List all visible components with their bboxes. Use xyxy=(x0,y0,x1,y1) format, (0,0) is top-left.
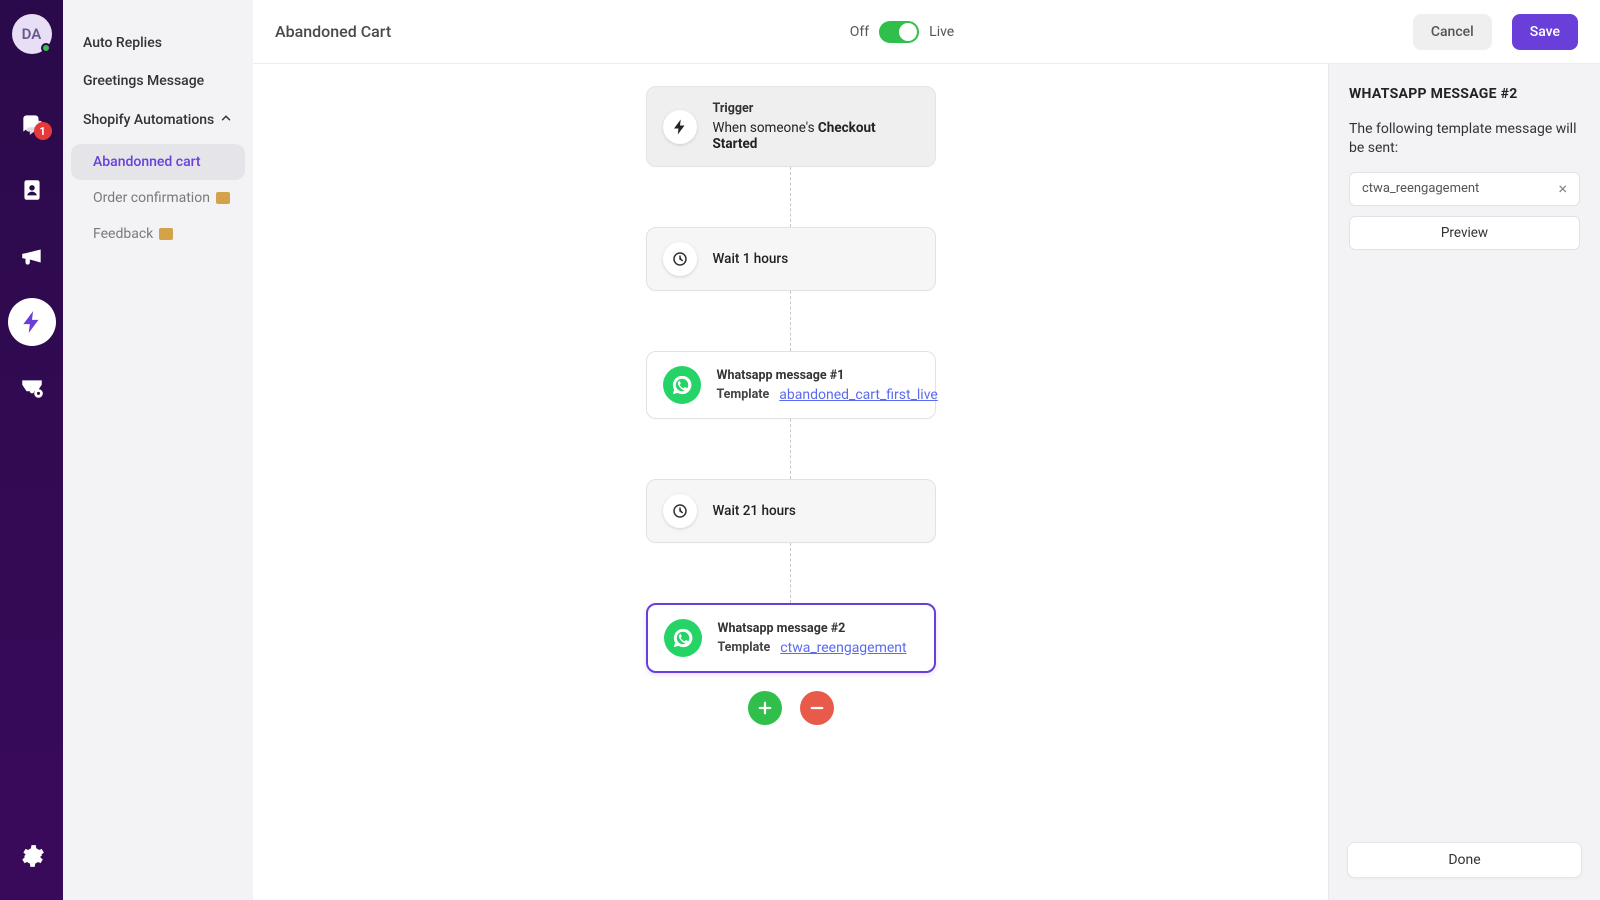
connector xyxy=(790,419,791,479)
detail-panel: WHATSAPP MESSAGE #2 The following templa… xyxy=(1328,64,1600,900)
template-label: Template xyxy=(718,640,771,655)
sidebar-item-shopify-automations[interactable]: Shopify Automations xyxy=(71,100,245,140)
toggle-on-label: Live xyxy=(929,24,954,40)
toggle-knob xyxy=(899,23,917,41)
sidebar-sub-feedback[interactable]: Feedback xyxy=(71,216,245,252)
nav-rail: DA 1 xyxy=(0,0,63,900)
close-icon[interactable]: × xyxy=(1558,179,1567,198)
node-title: Whatsapp message #1 xyxy=(717,368,938,383)
gear-icon xyxy=(19,843,45,869)
status-toggle-group: Off Live xyxy=(850,21,954,43)
premium-icon xyxy=(216,192,230,204)
plus-icon xyxy=(756,699,774,717)
sidebar: Auto Replies Greetings Message Shopify A… xyxy=(63,0,253,900)
preview-button[interactable]: Preview xyxy=(1349,216,1580,250)
template-link[interactable]: ctwa_reengagement xyxy=(780,640,906,656)
flow-canvas[interactable]: Trigger When someone's Checkout Started … xyxy=(253,64,1328,900)
page-title: Abandoned Cart xyxy=(275,22,391,41)
topbar: Abandoned Cart Off Live Cancel Save xyxy=(253,0,1600,64)
whatsapp-icon xyxy=(664,619,702,657)
save-button[interactable]: Save xyxy=(1512,14,1578,50)
address-book-icon xyxy=(19,177,45,203)
nav-conversations[interactable]: 1 xyxy=(8,100,56,148)
connector xyxy=(790,291,791,351)
presence-indicator xyxy=(41,43,51,53)
unread-badge: 1 xyxy=(34,122,52,140)
sidebar-sub-order-confirmation[interactable]: Order confirmation xyxy=(71,180,245,216)
sidebar-sub-label: Abandonned cart xyxy=(93,154,201,170)
status-toggle[interactable] xyxy=(879,21,919,43)
sidebar-label: Shopify Automations xyxy=(83,112,214,128)
add-step-button[interactable] xyxy=(748,691,782,725)
sidebar-label: Greetings Message xyxy=(83,73,204,89)
panel-title: WHATSAPP MESSAGE #2 xyxy=(1349,86,1580,102)
whatsapp-icon xyxy=(663,366,701,404)
connector xyxy=(790,167,791,227)
minus-icon xyxy=(808,699,826,717)
sidebar-item-auto-replies[interactable]: Auto Replies xyxy=(71,24,245,62)
node-text: Wait 21 hours xyxy=(713,503,796,519)
toggle-off-label: Off xyxy=(850,24,869,40)
bolt-icon xyxy=(663,110,697,144)
template-chip-label: ctwa_reengagement xyxy=(1362,181,1479,196)
done-button[interactable]: Done xyxy=(1347,842,1582,878)
bolt-icon xyxy=(19,309,45,335)
template-label: Template xyxy=(717,387,770,402)
clock-icon xyxy=(663,242,697,276)
panel-description: The following template message will be s… xyxy=(1349,120,1580,158)
template-link[interactable]: abandoned_cart_first_live xyxy=(779,387,938,403)
inbox-gear-icon xyxy=(19,375,45,401)
flow-node-message-1[interactable]: Whatsapp message #1 Template abandoned_c… xyxy=(646,351,936,419)
premium-icon xyxy=(159,228,173,240)
node-label: Trigger xyxy=(713,101,919,116)
avatar-wrap[interactable]: DA xyxy=(12,14,52,54)
connector xyxy=(790,543,791,603)
template-chip[interactable]: ctwa_reengagement × xyxy=(1349,172,1580,206)
flow-node-wait-2[interactable]: Wait 21 hours xyxy=(646,479,936,543)
sidebar-item-greetings[interactable]: Greetings Message xyxy=(71,62,245,100)
sidebar-sub-label: Feedback xyxy=(93,226,153,242)
flow-node-message-2[interactable]: Whatsapp message #2 Template ctwa_reenga… xyxy=(646,603,936,673)
cancel-button[interactable]: Cancel xyxy=(1413,14,1492,50)
nav-campaigns[interactable] xyxy=(8,232,56,280)
main: Abandoned Cart Off Live Cancel Save Trig… xyxy=(253,0,1600,900)
node-text: Wait 1 hours xyxy=(713,251,789,267)
sidebar-sub-label: Order confirmation xyxy=(93,190,210,206)
flow-node-wait-1[interactable]: Wait 1 hours xyxy=(646,227,936,291)
clock-icon xyxy=(663,494,697,528)
sidebar-sub-abandoned-cart[interactable]: Abandonned cart xyxy=(71,144,245,180)
nav-contacts[interactable] xyxy=(8,166,56,214)
chevron-up-icon xyxy=(219,111,233,129)
nav-automations[interactable] xyxy=(8,298,56,346)
node-description: When someone's Checkout Started xyxy=(713,120,919,152)
remove-step-button[interactable] xyxy=(800,691,834,725)
flow-node-trigger[interactable]: Trigger When someone's Checkout Started xyxy=(646,86,936,167)
node-title: Whatsapp message #2 xyxy=(718,621,907,636)
nav-inbox-settings[interactable] xyxy=(8,364,56,412)
sidebar-label: Auto Replies xyxy=(83,35,162,51)
megaphone-icon xyxy=(19,243,45,269)
nav-settings[interactable] xyxy=(8,832,56,880)
